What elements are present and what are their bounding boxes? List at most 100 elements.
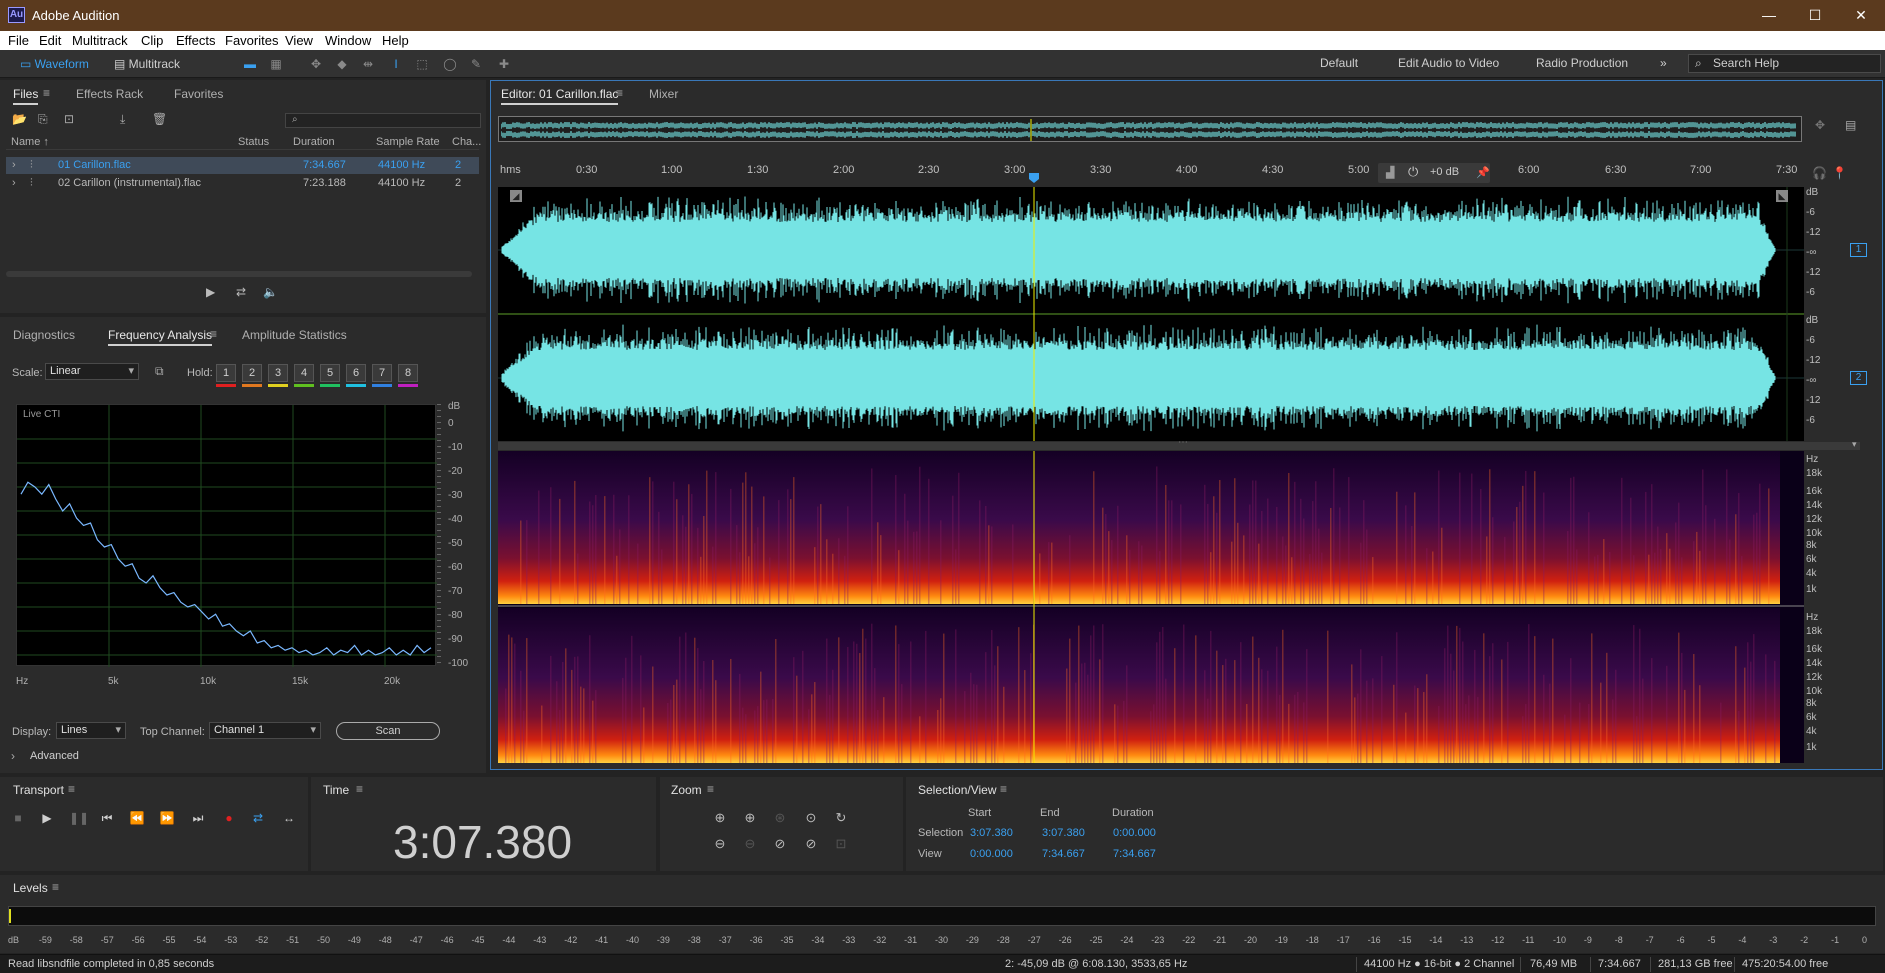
show-spectral-icon[interactable]: ▦ xyxy=(266,54,286,74)
menu-help[interactable]: Help xyxy=(382,33,409,48)
file-row-1[interactable]: › ⫶ 01 Carillon.flac 7:34.667 44100 Hz 2 xyxy=(6,157,479,174)
loop-preview-icon[interactable]: ⇄ xyxy=(236,285,246,299)
fade-out-handle-icon[interactable]: ◣ xyxy=(1776,190,1788,202)
hold-button-2[interactable]: 2 xyxy=(242,364,262,382)
scale-select[interactable]: Linear xyxy=(45,363,139,380)
files-search-input[interactable]: ⌕ xyxy=(285,113,481,128)
expand-icon[interactable]: › xyxy=(12,157,16,174)
selection-duration[interactable]: 0:00.000 xyxy=(1113,827,1156,839)
view-duration[interactable]: 7:34.667 xyxy=(1113,848,1156,860)
column-name[interactable]: Name ↑ xyxy=(11,136,49,148)
panel-menu-icon[interactable]: ≡ xyxy=(616,86,623,100)
menu-view[interactable]: View xyxy=(285,33,313,48)
column-channels[interactable]: Cha... xyxy=(452,136,481,148)
menu-favorites[interactable]: Favorites xyxy=(225,33,278,48)
tab-files[interactable]: Files xyxy=(13,87,39,105)
delete-icon[interactable]: 🗑 xyxy=(152,112,167,126)
zoom-in-time-icon[interactable]: ⊕ xyxy=(741,810,759,826)
record-icon[interactable]: ● xyxy=(220,811,238,825)
tab-amplitude-statistics[interactable]: Amplitude Statistics xyxy=(242,328,347,342)
zoom-out-amplitude-icon[interactable]: ⊖ xyxy=(711,836,729,852)
menu-multitrack[interactable]: Multitrack xyxy=(72,33,128,48)
panel-menu-icon[interactable]: ≡ xyxy=(52,880,59,894)
search-input[interactable]: ⌕ Search Help xyxy=(1688,54,1881,73)
expand-icon[interactable]: › xyxy=(12,175,16,192)
hold-button-3[interactable]: 3 xyxy=(268,364,288,382)
rewind-icon[interactable]: ⏪ xyxy=(128,811,146,825)
workspace-default[interactable]: Default xyxy=(1320,56,1358,70)
zoom-to-selection-icon[interactable]: ⊛ xyxy=(771,810,789,826)
view-start[interactable]: 0:00.000 xyxy=(970,848,1013,860)
panel-menu-icon[interactable]: ≡ xyxy=(43,86,50,100)
marquee-tool-icon[interactable]: ⬚ xyxy=(412,54,432,74)
show-waveform-icon[interactable]: ▬ xyxy=(240,54,260,74)
zoom-selection-icon[interactable]: ⊡ xyxy=(832,836,850,852)
headphones-icon[interactable]: 🎧 xyxy=(1812,166,1827,180)
gain-knob-icon[interactable]: ⏻ xyxy=(1408,164,1418,180)
workspace-edit-audio-to-video[interactable]: Edit Audio to Video xyxy=(1398,56,1499,70)
splitter-collapse-icon[interactable]: ▾ xyxy=(1852,439,1857,450)
lasso-tool-icon[interactable]: ◯ xyxy=(440,54,460,74)
column-duration[interactable]: Duration xyxy=(293,136,335,148)
splitter-grip-icon[interactable]: ⋯ xyxy=(1178,437,1188,448)
selection-end[interactable]: 3:07.380 xyxy=(1042,827,1085,839)
autoplay-icon[interactable]: 🔈 xyxy=(263,285,278,299)
hold-button-5[interactable]: 5 xyxy=(320,364,340,382)
move-tool-icon[interactable]: ✥ xyxy=(306,54,326,74)
hold-button-4[interactable]: 4 xyxy=(294,364,314,382)
hud-overlay[interactable]: ▟ ⏻ +0 dB 📌 xyxy=(1378,163,1490,183)
copy-graph-icon[interactable]: ⧉ xyxy=(155,364,164,379)
display-select[interactable]: Lines xyxy=(56,722,126,739)
spectral-view[interactable] xyxy=(498,451,1804,763)
panel-menu-icon[interactable]: ≡ xyxy=(356,782,363,796)
close-icon[interactable]: ✕ xyxy=(1838,0,1884,31)
tab-effects-rack[interactable]: Effects Rack xyxy=(76,87,143,101)
minimize-icon[interactable]: — xyxy=(1746,0,1792,31)
hold-button-1[interactable]: 1 xyxy=(216,364,236,382)
maximize-icon[interactable]: ☐ xyxy=(1792,0,1838,31)
editor-options-icon[interactable]: ▤ xyxy=(1845,118,1856,132)
overview-bar[interactable] xyxy=(498,116,1802,142)
panel-menu-icon[interactable]: ≡ xyxy=(68,782,75,796)
view-splitter[interactable]: ⋯ ▾ xyxy=(498,437,1860,450)
time-display[interactable]: 3:07.380 xyxy=(393,815,572,869)
panel-menu-icon[interactable]: ≡ xyxy=(707,782,714,796)
pause-icon[interactable]: ❚❚ xyxy=(69,811,89,825)
skip-selection-icon[interactable]: ↔ xyxy=(280,811,298,825)
top-channel-select[interactable]: Channel 1 xyxy=(209,722,321,739)
column-status[interactable]: Status xyxy=(238,136,269,148)
slip-tool-icon[interactable]: ⇹ xyxy=(358,54,378,74)
hold-button-8[interactable]: 8 xyxy=(398,364,418,382)
more-workspaces-icon[interactable]: » xyxy=(1660,56,1667,70)
menu-clip[interactable]: Clip xyxy=(141,33,163,48)
loop-playback-icon[interactable]: ⇄ xyxy=(249,811,267,825)
panel-menu-icon[interactable]: ≡ xyxy=(1000,782,1007,796)
spot-healing-tool-icon[interactable]: ✚ xyxy=(494,54,514,74)
menu-effects[interactable]: Effects xyxy=(176,33,216,48)
menu-window[interactable]: Window xyxy=(325,33,371,48)
brush-tool-icon[interactable]: ✎ xyxy=(466,54,486,74)
horizontal-scrollbar[interactable] xyxy=(6,271,472,277)
zoom-lock-icon[interactable]: ✥ xyxy=(1815,118,1825,132)
advanced-section-label[interactable]: Advanced xyxy=(30,750,79,762)
channel-2-button[interactable]: 2 xyxy=(1850,371,1867,385)
view-end[interactable]: 7:34.667 xyxy=(1042,848,1085,860)
pin-hud-icon[interactable]: 📌 xyxy=(1476,166,1490,179)
tab-diagnostics[interactable]: Diagnostics xyxy=(13,328,75,342)
panel-menu-icon[interactable]: ≡ xyxy=(210,327,217,341)
column-sample-rate[interactable]: Sample Rate xyxy=(376,136,440,148)
time-selection-tool-icon[interactable]: I xyxy=(386,54,406,74)
hold-button-7[interactable]: 7 xyxy=(372,364,392,382)
insert-icon[interactable]: ⤓ xyxy=(120,112,125,127)
channel-1-button[interactable]: 1 xyxy=(1850,243,1867,257)
marker-pin-icon[interactable]: 📍 xyxy=(1832,166,1847,180)
tab-frequency-analysis[interactable]: Frequency Analysis xyxy=(108,328,213,346)
zoom-out-full-icon[interactable]: ⊘ xyxy=(771,836,789,852)
fast-forward-icon[interactable]: ⏩ xyxy=(158,811,176,825)
workspace-radio-production[interactable]: Radio Production xyxy=(1536,56,1628,70)
reset-zoom-icon[interactable]: ↻ xyxy=(832,810,850,826)
new-file-icon[interactable]: ⊡ xyxy=(64,112,74,126)
hold-button-6[interactable]: 6 xyxy=(346,364,366,382)
razor-tool-icon[interactable]: ◆ xyxy=(332,54,352,74)
play-icon[interactable]: ▶ xyxy=(38,811,56,825)
